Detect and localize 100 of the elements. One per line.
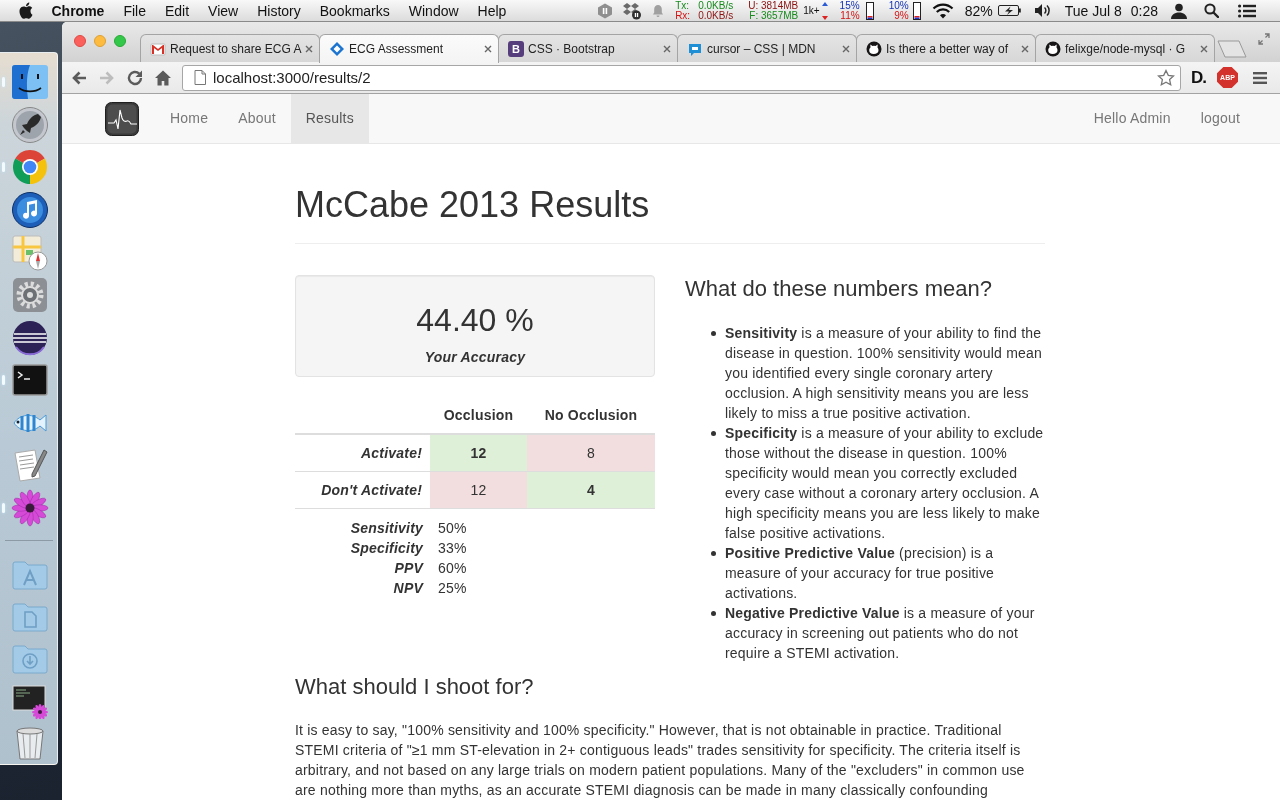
memory-used: U: 3814MB [748, 0, 799, 11]
menu-item[interactable]: File [113, 0, 156, 21]
tricolor-circle-icon[interactable] [11, 148, 49, 187]
battery-percent: 82% [964, 1, 993, 21]
close-icon[interactable] [1200, 44, 1208, 53]
menu-item[interactable]: Window [399, 0, 469, 21]
house-icon[interactable] [154, 68, 172, 87]
section-heading: What do these numbers mean? [685, 277, 993, 301]
paragraph-text: It is easy to say, "100% sensitivity and 100% specificity." However, that is not obtainable in practice. Traditional STEMI criteria of "≥1 mm ST-elevation in 2+ contiguous leads" trades sensitivity for specificity. The criteria itself is arbitrary, and not based on any large trials on modern patient populations. Many of the "excluders" in common use are nothing more than myths, as an accurate STEMI diagnosis can be made in many classically confounding [295, 721, 1026, 800]
nav-link[interactable]: About [223, 94, 291, 143]
table-cell: 8 [527, 434, 655, 472]
browser-tab[interactable]: felixge/node-mysql · G [1035, 34, 1215, 62]
gauge-icon[interactable] [865, 1, 874, 20]
memory-free: F: 3657MB [749, 10, 799, 21]
cpu-system-reading: 11% [840, 10, 860, 21]
diamond-icon [329, 41, 345, 57]
bullet-icon [711, 611, 716, 616]
gauge-icon[interactable] [912, 1, 921, 20]
menu-item[interactable]: Edit [155, 0, 199, 21]
rocket-icon[interactable] [11, 105, 49, 144]
definition-text: Negative Predictive Value is a measure of your accuracy in screening out patients who do not require a STEMI activation. [725, 604, 1036, 663]
table-cell: 4 [527, 471, 655, 509]
stat-value: 25% [438, 579, 468, 598]
circular-arrow-icon[interactable] [126, 68, 144, 87]
bullet-icon [711, 551, 716, 556]
site-logo: B [508, 40, 524, 57]
expand-icon[interactable] [1258, 33, 1270, 45]
nav-link[interactable]: Home [155, 94, 224, 143]
cat-icon [1045, 40, 1061, 57]
menu-item[interactable]: History [247, 0, 311, 21]
extension-button[interactable]: D. [1191, 67, 1206, 88]
upload-rate: 0.0KB/s [698, 0, 734, 11]
wifi-icon[interactable] [931, 2, 954, 19]
cpu-user-reading: 15% [839, 0, 860, 11]
app-menu[interactable]: Chrome [42, 0, 114, 21]
close-icon[interactable] [1021, 44, 1029, 53]
close-icon[interactable] [842, 44, 850, 53]
gear-icon[interactable] [11, 275, 49, 314]
definition-text: Sensitivity is a measure of your ability to find the disease in question. 100% sensitivity would mean you identified every single coronary artery occlusion. A high sensitivity means you are less likely to miss a true positive activation. [725, 324, 1043, 423]
close-button[interactable] [74, 35, 86, 47]
search-icon[interactable] [1204, 3, 1219, 18]
accuracy-label: Your Accuracy [423, 348, 527, 367]
greeting-text: Hello Admin [1092, 109, 1172, 128]
stat-label: Sensitivity [349, 519, 423, 538]
user-icon[interactable] [1171, 2, 1187, 19]
paper-pen-icon[interactable] [11, 446, 49, 485]
stat-label: Specificity [349, 539, 423, 558]
page-title: McCabe 2013 Results [295, 185, 651, 225]
flower-icon[interactable] [11, 488, 49, 527]
address-field[interactable]: localhost:3000/results/2 [182, 64, 1181, 91]
menu-item[interactable]: Bookmarks [310, 0, 400, 21]
cat-icon [866, 40, 882, 57]
stat-label: NPV [392, 579, 423, 598]
arrows-icon [821, 1, 828, 20]
download-label: Rx: [675, 10, 691, 21]
browser-tab[interactable]: Is there a better way of [856, 34, 1036, 62]
pause-icon[interactable] [597, 2, 614, 19]
browser-tab[interactable]: ECG Assessment [319, 34, 499, 63]
section-heading: What should I shoot for? [295, 675, 535, 699]
nav-link[interactable]: Results [290, 94, 369, 143]
close-icon[interactable] [663, 44, 671, 53]
table-cell: 12 [430, 471, 527, 509]
stat-value: 50% [438, 519, 468, 538]
battery-icon[interactable] [997, 5, 1021, 16]
upload-label: Tx: [675, 0, 691, 11]
star-icon[interactable] [1157, 68, 1175, 87]
page-icon [194, 70, 206, 85]
close-icon[interactable] [484, 45, 492, 53]
menubar-date: Tue Jul 8 [1064, 1, 1122, 21]
menu-item[interactable]: Help [468, 0, 516, 21]
bullet-icon [711, 431, 716, 436]
stat-label: PPV [393, 559, 423, 578]
striped-sphere-icon[interactable] [11, 318, 49, 357]
bullet-icon [711, 331, 716, 336]
list-icon[interactable] [1238, 3, 1256, 18]
stat-value: 60% [438, 559, 468, 578]
menubar-clock: 0:28 [1130, 1, 1158, 21]
close-icon[interactable] [305, 44, 313, 53]
music-note-icon[interactable] [11, 190, 49, 229]
cpu-user-reading: 10% [888, 0, 909, 11]
smiling-face-icon[interactable] [11, 63, 49, 101]
pulse-icon[interactable] [105, 101, 139, 136]
browser-tab[interactable]: B CSS · Bootstrap [498, 34, 678, 62]
accuracy-value: 44.40 % [415, 302, 535, 338]
definition-text: Specificity is a measure of your ability to exclude those without the disease in question. 100% specificity would mean you correctly excluded every case without a coronary artery occlusion. A high specificity means you are less likely to make false positive activations. [725, 424, 1045, 543]
stat-value: 33% [438, 539, 468, 558]
menu-icon[interactable] [1253, 70, 1267, 85]
download-rate: 0.0KB/s [698, 10, 734, 21]
menu-item[interactable]: View [198, 0, 248, 21]
browser-tab[interactable]: cursor – CSS | MDN [677, 34, 857, 62]
counter-text: 1k+ [803, 5, 820, 16]
speaker-icon[interactable] [1033, 3, 1052, 18]
box-icon[interactable] [622, 1, 643, 20]
apple-icon[interactable] [19, 2, 33, 19]
logout-link[interactable]: logout [1185, 94, 1255, 143]
table-cell: 12 [430, 434, 527, 472]
cpu-system-reading: 9% [894, 10, 909, 21]
envelope-icon [150, 40, 166, 57]
definition-text: Positive Predictive Value (precision) is a measure of your accuracy for true positive activations. [725, 544, 996, 603]
browser-tab[interactable]: Request to share ECG A [140, 34, 320, 62]
